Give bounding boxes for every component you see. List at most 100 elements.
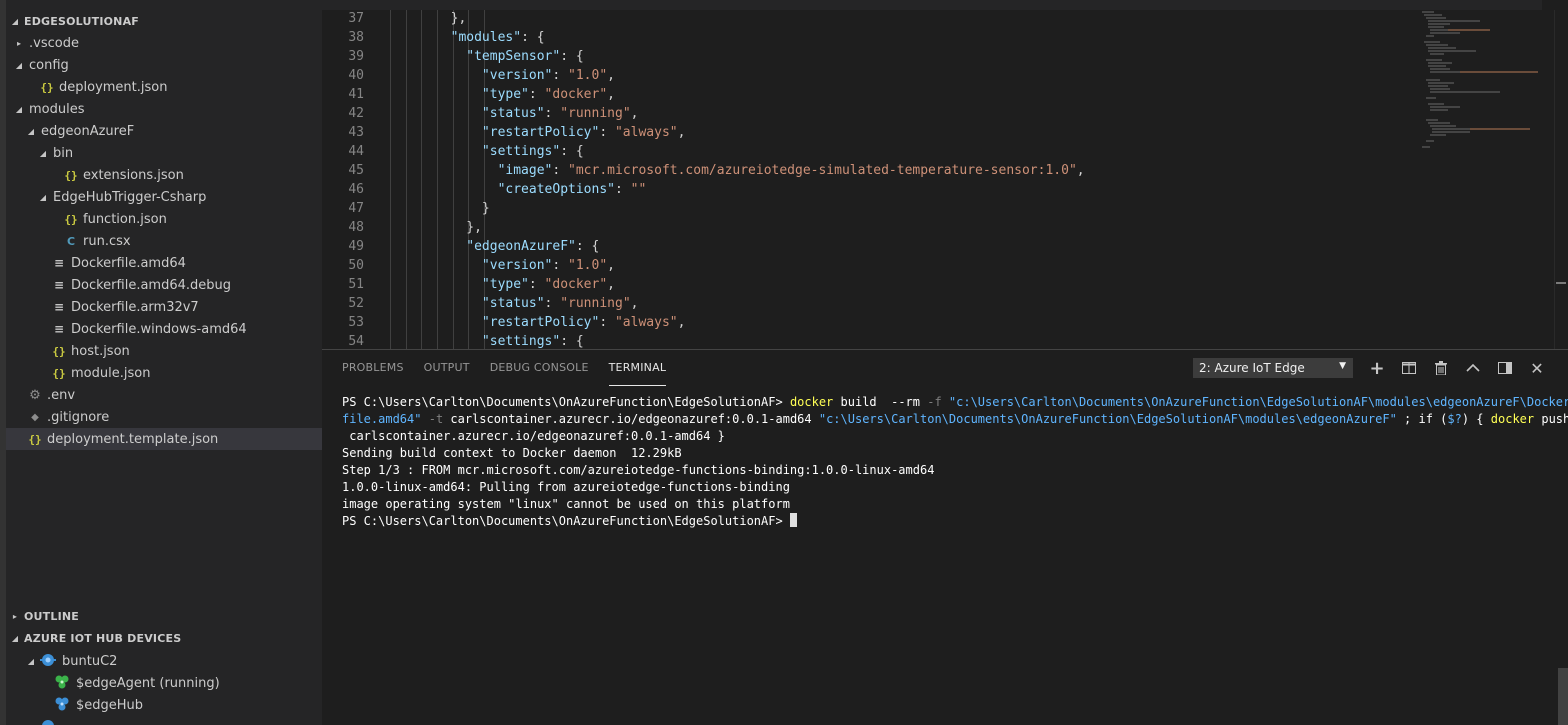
code-text: }, [466, 220, 482, 235]
code-text: "modules": { [450, 30, 545, 45]
tree-item[interactable]: ◆ .gitignore [6, 406, 322, 428]
code-line: 40 "version": "1.0", [322, 66, 1422, 85]
code-line: 53 "restartPolicy": "always", [322, 313, 1422, 332]
tree-item[interactable]: {} host.json [6, 340, 322, 362]
iot-hub-section-header[interactable]: ◢ AZURE IOT HUB DEVICES [6, 627, 322, 649]
tree-item[interactable]: ▸ .vscode [6, 32, 322, 54]
kill-terminal-button[interactable] [1432, 359, 1450, 377]
panel-scrollbar[interactable] [1558, 668, 1568, 725]
code-text: }, [450, 11, 467, 26]
module-item-edgehub[interactable]: $edgeHub [6, 694, 322, 716]
csharp-file-icon: C [66, 234, 76, 248]
line-number: 39 [348, 49, 364, 64]
chevron-right-icon: ▸ [12, 611, 18, 621]
tree-item-label: .vscode [29, 35, 79, 51]
tree-item[interactable]: {} module.json [6, 362, 322, 384]
code-text: "status": "running", [481, 106, 639, 121]
device-label: buntuC2 [62, 653, 118, 669]
tree-item[interactable]: ≡ Dockerfile.windows-amd64 [6, 318, 322, 340]
gear-icon: ⚙ [29, 387, 41, 403]
terminal-output[interactable]: PS C:\Users\Carlton\Documents\OnAzureFun… [342, 394, 1568, 530]
json-file-icon: {} [52, 366, 66, 380]
tree-item-label: Dockerfile.arm32v7 [71, 299, 199, 315]
minimap[interactable] [1420, 10, 1540, 170]
json-file-icon: {} [40, 80, 54, 94]
editor-scrollbar[interactable] [1554, 10, 1568, 349]
tree-item[interactable]: {} deployment.json [6, 76, 322, 98]
tree-item-label: EdgeHubTrigger-Csharp [53, 189, 207, 205]
chevron-down-icon: ◢ [11, 633, 19, 643]
line-number: 50 [348, 258, 364, 273]
chevron-up-icon [1466, 363, 1480, 372]
close-panel-button[interactable]: ✕ [1528, 358, 1546, 378]
tree-item[interactable]: {} deployment.template.json [6, 428, 322, 450]
split-icon [1402, 362, 1416, 374]
tree-item[interactable]: ≡ Dockerfile.amd64.debug [6, 274, 322, 296]
tab-debug-console[interactable]: DEBUG CONSOLE [490, 350, 589, 386]
tree-item[interactable]: {} function.json [6, 208, 322, 230]
code-line: 43 "restartPolicy": "always", [322, 123, 1422, 142]
tree-item-label: edgeonAzureF [41, 123, 135, 139]
tree-item-label: Dockerfile.windows-amd64 [71, 321, 247, 337]
code-editor[interactable]: 37 }, 38 "modules": {39 "tempSensor": {40… [322, 10, 1568, 349]
chevron-down-icon: ◢ [39, 192, 47, 202]
tree-item[interactable]: ◢ modules [6, 98, 322, 120]
iot-hub-title: AZURE IOT HUB DEVICES [24, 631, 182, 645]
chevron-down-icon: ◢ [39, 148, 47, 158]
tree-item-label: .gitignore [47, 409, 110, 425]
module-item-edgeagent[interactable]: $edgeAgent (running) [6, 672, 322, 694]
code-line: 42 "status": "running", [322, 104, 1422, 123]
tree-item-label: modules [29, 101, 85, 117]
tree-item[interactable]: {} extensions.json [6, 164, 322, 186]
line-number: 53 [348, 315, 364, 330]
line-number: 45 [348, 163, 364, 178]
new-terminal-button[interactable]: + [1368, 357, 1386, 379]
close-icon: ✕ [1530, 358, 1544, 378]
terminal-line: PS C:\Users\Carlton\Documents\OnAzureFun… [342, 513, 1542, 530]
code-text: "settings": { [481, 144, 584, 159]
code-text: "edgeonAzureF": { [466, 239, 600, 254]
device-item-buntuc2[interactable]: ◢ buntuC2 [6, 650, 322, 672]
module-label: $edgeAgent (running) [76, 675, 220, 691]
iot-device-icon [38, 718, 58, 725]
iot-device-icon [38, 652, 58, 671]
chevron-down-icon: ◢ [27, 656, 35, 666]
panel-layout-icon [1498, 362, 1512, 374]
code-text: "type": "docker", [481, 87, 615, 102]
outline-section-header[interactable]: ▸ OUTLINE [6, 605, 322, 627]
tab-output[interactable]: OUTPUT [424, 350, 470, 386]
tree-item[interactable]: ◢ edgeonAzureF [6, 120, 322, 142]
tab-problems[interactable]: PROBLEMS [342, 350, 404, 386]
line-number: 44 [348, 144, 364, 159]
chevron-down-icon: ◢ [15, 60, 23, 70]
tree-item[interactable]: ◢ bin [6, 142, 322, 164]
module-label: $edgeHub [76, 697, 144, 713]
split-terminal-button[interactable] [1400, 359, 1418, 377]
line-number: 37 [348, 11, 364, 26]
code-text: } [481, 201, 490, 216]
tree-item[interactable]: ≡ Dockerfile.arm32v7 [6, 296, 322, 318]
code-text: "restartPolicy": "always", [481, 315, 686, 330]
tab-terminal[interactable]: TERMINAL [608, 350, 667, 386]
toggle-panel-position-button[interactable] [1496, 359, 1514, 377]
file-lines-icon: ≡ [53, 256, 65, 270]
terminal-line: PS C:\Users\Carlton\Documents\OnAzureFun… [342, 395, 1568, 409]
terminal-line: Step 1/3 : FROM mcr.microsoft.com/azurei… [342, 463, 935, 477]
tree-item[interactable]: ◢ config [6, 54, 322, 76]
terminal-select[interactable]: 2: Azure IoT Edge ▼ [1193, 358, 1353, 378]
tree-item[interactable]: ◢ EdgeHubTrigger-Csharp [6, 186, 322, 208]
line-number: 40 [348, 68, 364, 83]
maximize-panel-button[interactable] [1464, 359, 1482, 377]
explorer-section-header[interactable]: ◢ EDGESOLUTIONAF [6, 10, 322, 32]
code-line: 38 "modules": { [322, 28, 1422, 47]
line-number: 48 [348, 220, 364, 235]
tree-item-label: extensions.json [83, 167, 184, 183]
tree-item[interactable]: Crun.csx [6, 230, 322, 252]
code-line: 47 } [322, 199, 1422, 218]
tree-item[interactable]: ≡ Dockerfile.amd64 [6, 252, 322, 274]
tree-item[interactable]: ⚙ .env [6, 384, 322, 406]
plus-icon: + [1369, 357, 1385, 379]
json-file-icon: {} [64, 168, 78, 182]
device-item-partial[interactable]: ▸ [6, 716, 322, 725]
code-line: 39 "tempSensor": { [322, 47, 1422, 66]
